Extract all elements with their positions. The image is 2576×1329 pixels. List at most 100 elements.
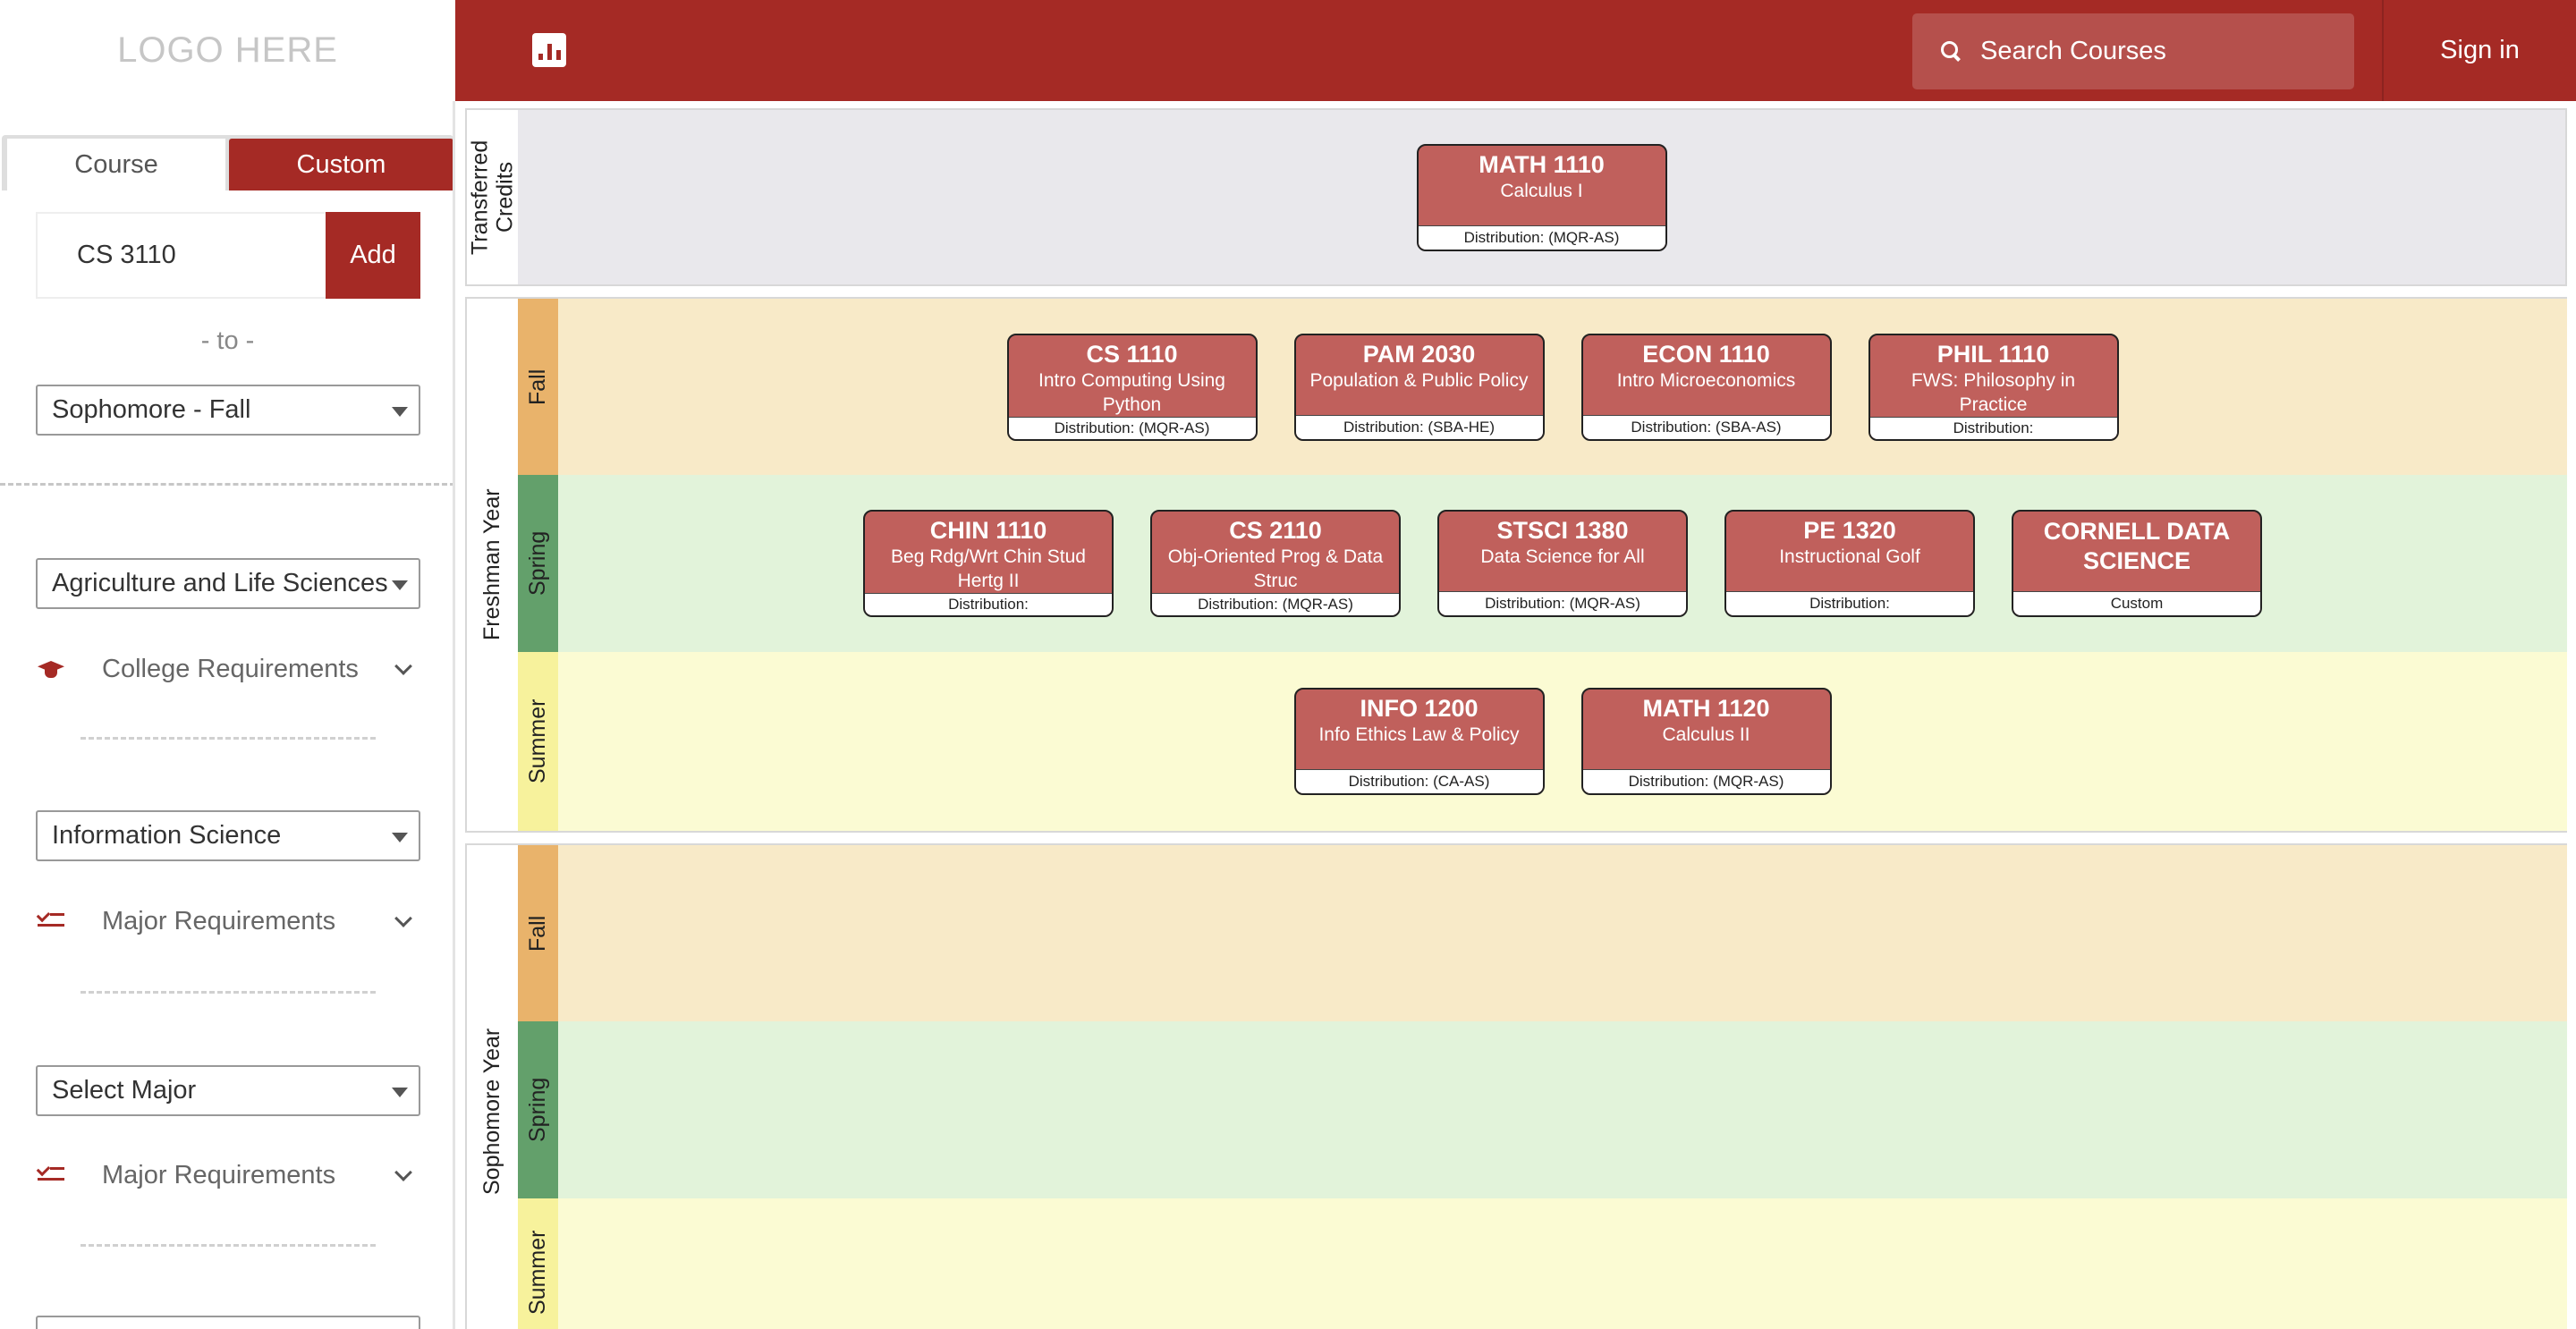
add-course-button[interactable]: Add — [326, 212, 420, 299]
course-card[interactable]: MATH 1120 Calculus II Distribution: (MQR-A… — [1580, 688, 1832, 795]
course-code: INFO 1200 — [1360, 695, 1479, 722]
course-distribution: Distribution: (SBA-HE) — [1295, 414, 1543, 439]
sign-in-button[interactable]: Sign in — [2384, 0, 2576, 101]
semester-select-value: Sophomore - Fall — [52, 395, 251, 424]
logo: LOGO HERE — [117, 30, 338, 70]
course-card[interactable]: STSCI 1380 Data Science for All Distributi… — [1437, 510, 1688, 617]
checklist-icon — [38, 908, 64, 935]
chevron-down-icon — [394, 1164, 412, 1181]
course-code: PHIL 1110 — [1936, 340, 2050, 368]
search-bar[interactable] — [1912, 13, 2354, 89]
caret-down-icon — [392, 407, 408, 417]
freshman-summer: Summer INFO 1200 Info Ethics Law & Policy… — [518, 652, 2567, 831]
sophomore-spring: Spring — [518, 1021, 2567, 1198]
course-code: CHIN 1110 — [929, 517, 1047, 544]
course-card[interactable]: CHIN 1110 Beg Rdg/Wrt Chin Stud Hertg II D… — [863, 510, 1114, 617]
chevron-down-icon — [394, 657, 412, 675]
course-title: Instructional Golf — [1779, 546, 1920, 567]
course-title: Obj-Oriented Prog & Data Struc — [1167, 546, 1384, 591]
transfer-credits-block: Transferred Credits MATH 1110 Calculus I D… — [465, 108, 2567, 286]
second-major-requirements-toggle[interactable]: Major Requirements — [36, 1153, 420, 1198]
fall-courses-row: CS 1110 Intro Computing Using Python Distr… — [558, 299, 2567, 475]
course-code: PE 1320 — [1803, 517, 1896, 544]
course-card-body: CORNELL DATA SCIENCE — [2013, 512, 2260, 591]
major-select[interactable]: Information Science — [36, 810, 420, 861]
course-card-body: PAM 2030 Population & Public Policy — [1296, 335, 1543, 415]
course-card-body: CS 2110 Obj-Oriented Prog & Data Struc — [1152, 512, 1399, 593]
add-mode-tabs: Course Custom — [2, 135, 453, 190]
course-distribution: Distribution: (MQR-AS) — [1418, 224, 1665, 250]
course-card[interactable]: INFO 1200 Info Ethics Law & Policy Distrib… — [1293, 688, 1545, 795]
course-title: Calculus I — [1500, 180, 1583, 201]
sophomore-fall: Fall — [518, 845, 2567, 1021]
course-distribution: Distribution: (CA-AS) — [1295, 769, 1543, 793]
chevron-down-icon — [394, 910, 412, 927]
spring-label: Spring — [525, 530, 550, 597]
course-card[interactable]: PHIL 1110 FWS: Philosophy in Practice Dist… — [1868, 333, 2119, 441]
summer-courses-row: INFO 1200 Info Ethics Law & Policy Distrib… — [558, 652, 2567, 831]
course-title: Calculus II — [1662, 724, 1750, 745]
course-distribution: Distribution: — [1869, 416, 2117, 439]
course-code: CS 1110 — [1086, 340, 1178, 368]
summer-label: Summer — [525, 1230, 550, 1315]
course-card[interactable]: MATH 1110 Calculus I Distribution: (MQR-AS… — [1416, 143, 1667, 251]
fall-label: Fall — [525, 915, 550, 952]
college-select[interactable]: Agriculture and Life Sciences — [36, 558, 420, 609]
course-code: CORNELL DATA SCIENCE — [2043, 518, 2231, 574]
year-label-column: Freshman Year — [467, 299, 518, 831]
course-distribution: Distribution: — [865, 593, 1112, 615]
sophomore-year-label: Sophomore Year — [479, 1028, 504, 1195]
freshman-fall: Fall CS 1110 Intro Computing Using Python… — [518, 299, 2567, 475]
search-input[interactable] — [1980, 37, 2320, 66]
caret-down-icon — [392, 833, 408, 842]
second-major-select[interactable]: Select Major — [36, 1065, 420, 1116]
course-card[interactable]: CS 2110 Obj-Oriented Prog & Data Struc Dis… — [1150, 510, 1401, 617]
bar-chart-icon[interactable] — [532, 33, 566, 67]
sophomore-year-block: Sophomore Year Fall Spring Summer — [465, 843, 2567, 1329]
tab-custom[interactable]: Custom — [229, 139, 453, 190]
major-requirements-toggle[interactable]: Major Requirements — [36, 899, 420, 944]
spring-label: Spring — [525, 1077, 550, 1143]
plan-area: Transferred Credits MATH 1110 Calculus I D… — [463, 101, 2576, 1329]
course-code-input[interactable] — [36, 212, 326, 299]
course-card[interactable]: CS 1110 Intro Computing Using Python Distr… — [1006, 333, 1258, 441]
year-label-column: Sophomore Year — [467, 845, 518, 1329]
top-bar: Sign in — [455, 0, 2576, 101]
app-root: LOGO HERE Sign in Course Custom Add - to… — [0, 0, 2576, 1329]
semester-select[interactable]: Sophomore - Fall — [36, 385, 420, 436]
course-code: MATH 1120 — [1642, 695, 1770, 722]
divider — [80, 991, 376, 994]
course-card[interactable]: ECON 1110 Intro Microeconomics Distributio… — [1580, 333, 1832, 441]
course-distribution: Distribution: — [1726, 591, 1973, 615]
graduation-cap-icon — [38, 656, 64, 682]
transfer-courses-row: MATH 1110 Calculus I Distribution: (MQR-AS… — [518, 110, 2565, 284]
course-card[interactable]: PE 1320 Instructional Golf Distribution: — [1724, 510, 1975, 617]
major-select-value: Information Science — [52, 821, 282, 850]
spring-courses-row: CHIN 1110 Beg Rdg/Wrt Chin Stud Hertg II D… — [558, 475, 2567, 652]
course-code: CS 2110 — [1229, 517, 1322, 544]
freshman-spring: Spring CHIN 1110 Beg Rdg/Wrt Chin Stud He… — [518, 475, 2567, 652]
another-select[interactable] — [36, 1316, 420, 1329]
course-card-body: CS 1110 Intro Computing Using Python — [1009, 335, 1256, 417]
sidebar: Course Custom Add - to - Sophomore - Fal… — [0, 101, 455, 1329]
college-select-value: Agriculture and Life Sciences — [52, 569, 388, 597]
course-card[interactable]: CORNELL DATA SCIENCE Custom — [2012, 510, 2262, 617]
tab-course[interactable]: Course — [7, 139, 225, 190]
course-card-body: INFO 1200 Info Ethics Law & Policy — [1296, 690, 1543, 769]
freshman-year-label: Freshman Year — [479, 488, 504, 641]
course-distribution: Distribution: (MQR-AS) — [1439, 591, 1686, 615]
transfer-credits-label: Transferred Credits — [467, 140, 518, 255]
summer-label: Summer — [525, 698, 550, 784]
to-label: - to - — [200, 326, 255, 355]
course-code: MATH 1110 — [1479, 150, 1605, 178]
course-card-body: PE 1320 Instructional Golf — [1726, 512, 1973, 591]
course-distribution: Custom — [2013, 591, 2260, 615]
course-distribution: Distribution: (MQR-AS) — [1008, 416, 1256, 439]
transfer-label-column: Transferred Credits — [467, 110, 518, 284]
course-distribution: Distribution: (MQR-AS) — [1582, 769, 1830, 793]
course-code: PAM 2030 — [1362, 340, 1476, 368]
fall-label: Fall — [525, 368, 550, 405]
course-title: Beg Rdg/Wrt Chin Stud Hertg II — [891, 546, 1086, 591]
course-card[interactable]: PAM 2030 Population & Public Policy Distri… — [1293, 333, 1545, 441]
college-requirements-toggle[interactable]: College Requirements — [36, 647, 420, 691]
